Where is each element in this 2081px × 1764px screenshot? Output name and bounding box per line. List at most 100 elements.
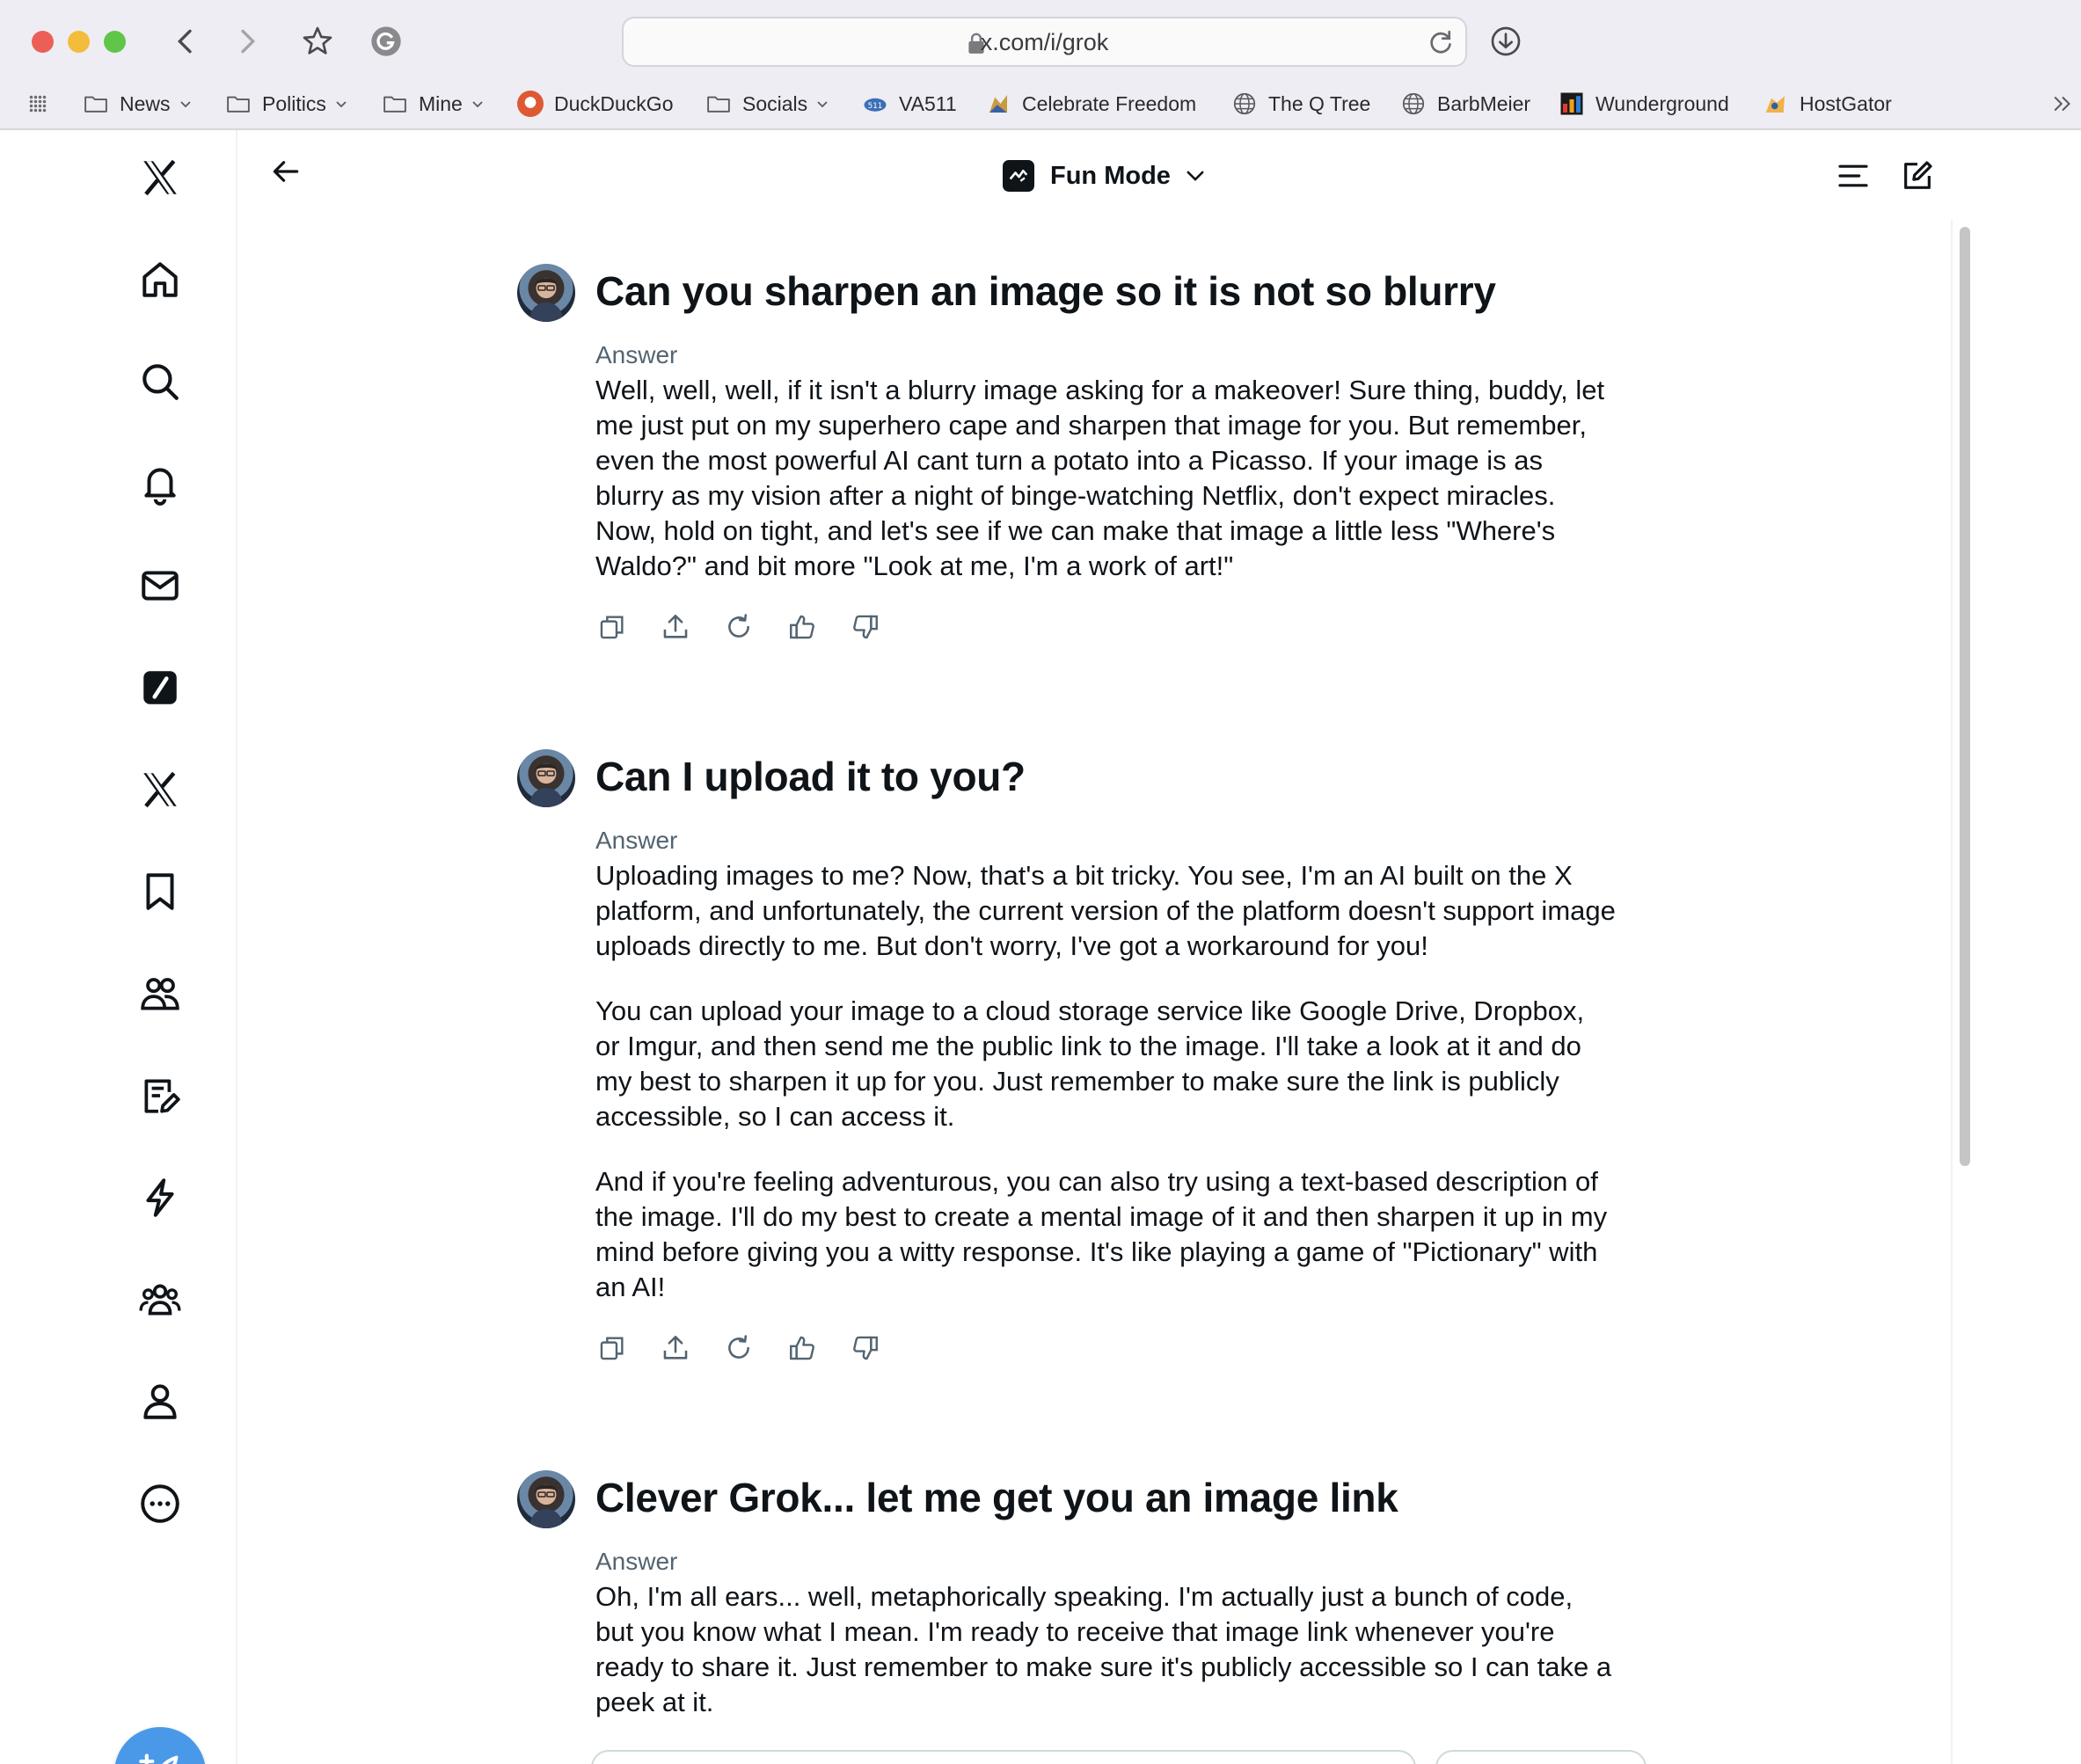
share-button[interactable]	[659, 610, 692, 644]
reload-icon[interactable]	[1425, 27, 1457, 59]
user-avatar-image	[529, 763, 563, 807]
bookmark-barbmeier[interactable]: BarbMeier	[1400, 84, 1530, 123]
nav-bookmarks[interactable]	[123, 855, 197, 929]
bookmark-label: Mine	[419, 91, 463, 115]
history-menu-button[interactable]	[1832, 155, 1874, 197]
url-text: x.com/i/grok	[980, 29, 1109, 55]
nav-home[interactable]	[123, 243, 197, 317]
copy-button[interactable]	[595, 1331, 629, 1365]
nav-profile[interactable]	[123, 1365, 197, 1439]
copy-button[interactable]	[595, 610, 629, 644]
nav-explore[interactable]	[123, 345, 197, 419]
back-button[interactable]	[264, 149, 308, 193]
bookmark-icon	[146, 873, 174, 910]
avatar[interactable]	[517, 1470, 575, 1528]
people-icon	[139, 1284, 181, 1316]
lists-icon	[144, 1079, 180, 1113]
back-nav-button[interactable]	[164, 19, 208, 63]
x-premium-icon	[143, 771, 177, 808]
zoom-window-button[interactable]	[104, 31, 126, 53]
nav-verified-orgs[interactable]	[123, 1161, 197, 1235]
nav-lists[interactable]	[123, 1059, 197, 1133]
compose-post-button[interactable]	[114, 1727, 206, 1764]
x-logo-icon	[143, 159, 177, 196]
mode-label: Fun Mode	[1050, 161, 1171, 190]
thumbs-down-icon	[853, 615, 878, 639]
nav-grok[interactable]	[123, 651, 197, 725]
bookmark-politics[interactable]: Politics	[225, 84, 348, 123]
nav-messages[interactable]	[123, 549, 197, 623]
answer-label: Answer	[595, 827, 678, 854]
bookmark-label: Wunderground	[1595, 91, 1729, 115]
bookmark-va511[interactable]: 511 VA511	[862, 84, 957, 123]
profile-icon	[143, 1384, 177, 1419]
double-chevron-right-icon	[2054, 96, 2070, 112]
nav-notifications[interactable]	[123, 447, 197, 521]
address-bar[interactable]: x.com/i/grok	[622, 17, 1467, 67]
chevron-down-icon	[179, 101, 191, 108]
apps-grid-button[interactable]	[25, 84, 62, 123]
hostgator-icon	[1765, 96, 1785, 113]
bookmark-mine[interactable]: Mine	[382, 84, 485, 123]
dislike-button[interactable]	[849, 610, 882, 644]
left-sidebar	[0, 130, 237, 1764]
new-chat-button[interactable]	[1896, 155, 1939, 197]
conversation-turn: Clever Grok... let me get you an image l…	[517, 1469, 1611, 1720]
bookmark-wunderground[interactable]: Wunderground	[1559, 84, 1729, 123]
bookmark-star-button[interactable]	[296, 19, 340, 63]
avatar[interactable]	[517, 264, 575, 322]
like-button[interactable]	[785, 610, 819, 644]
nav-people[interactable]	[123, 1263, 197, 1337]
bookmarks-overflow-button[interactable]	[2049, 84, 2081, 123]
close-window-button[interactable]	[32, 31, 54, 53]
compose-post-icon	[139, 1753, 179, 1764]
mode-selector[interactable]: Fun Mode	[1003, 153, 1208, 199]
minimize-window-button[interactable]	[68, 31, 90, 53]
arrow-left-icon	[273, 161, 299, 182]
chevron-down-icon	[472, 101, 483, 108]
avatar[interactable]	[517, 749, 575, 807]
forward-nav-button[interactable]	[225, 19, 269, 63]
user-prompt: Can I upload it to you?	[517, 747, 1608, 809]
thumbs-down-icon	[853, 1336, 878, 1360]
grammarly-icon	[371, 26, 401, 56]
duckduckgo-icon	[517, 91, 544, 117]
home-icon	[142, 262, 178, 297]
bookmark-label: Socials	[742, 91, 808, 115]
prompt-text: Clever Grok... let me get you an image l…	[595, 1475, 1398, 1520]
regenerate-button[interactable]	[722, 1331, 756, 1365]
x-home-logo[interactable]	[123, 141, 197, 215]
follow-up-suggestion[interactable]	[591, 1750, 1416, 1764]
conversation-scrollbar[interactable]	[1951, 220, 1972, 1764]
follow-up-suggestion[interactable]	[1435, 1750, 1647, 1764]
bookmark-news[interactable]: News	[83, 84, 193, 123]
bookmark-label: VA511	[899, 91, 957, 115]
search-icon	[142, 364, 179, 400]
dislike-button[interactable]	[849, 1331, 882, 1365]
prompt-text: Can you sharpen an image so it is not so…	[595, 268, 1496, 314]
thumbs-up-icon	[790, 1336, 814, 1360]
regenerate-button[interactable]	[722, 610, 756, 644]
downloads-button[interactable]	[1484, 19, 1528, 63]
bookmark-the-q-tree[interactable]: The Q Tree	[1231, 84, 1370, 123]
celebrate-freedom-icon	[989, 95, 1007, 113]
scrollbar-thumb[interactable]	[1960, 227, 1970, 1166]
like-button[interactable]	[785, 1331, 819, 1365]
bookmark-hostgator[interactable]: HostGator	[1763, 84, 1892, 123]
bookmark-duckduckgo[interactable]: DuckDuckGo	[517, 84, 673, 123]
new-chat-icon	[1904, 161, 1932, 189]
nav-premium[interactable]	[123, 753, 197, 827]
nav-more[interactable]	[123, 1467, 197, 1541]
grammarly-extension-button[interactable]	[364, 19, 408, 63]
response-actions	[595, 610, 1608, 652]
bookmark-celebrate-freedom[interactable]: Celebrate Freedom	[985, 84, 1196, 123]
history-menu-icon	[1838, 164, 1868, 187]
folder-icon	[707, 96, 730, 113]
folder-icon	[227, 96, 250, 113]
svg-text:511: 511	[868, 102, 883, 111]
chevron-left-icon	[177, 29, 192, 54]
response-actions	[595, 1331, 1608, 1374]
bookmark-socials[interactable]: Socials	[705, 84, 829, 123]
share-button[interactable]	[659, 1331, 692, 1365]
nav-communities[interactable]	[123, 957, 197, 1031]
